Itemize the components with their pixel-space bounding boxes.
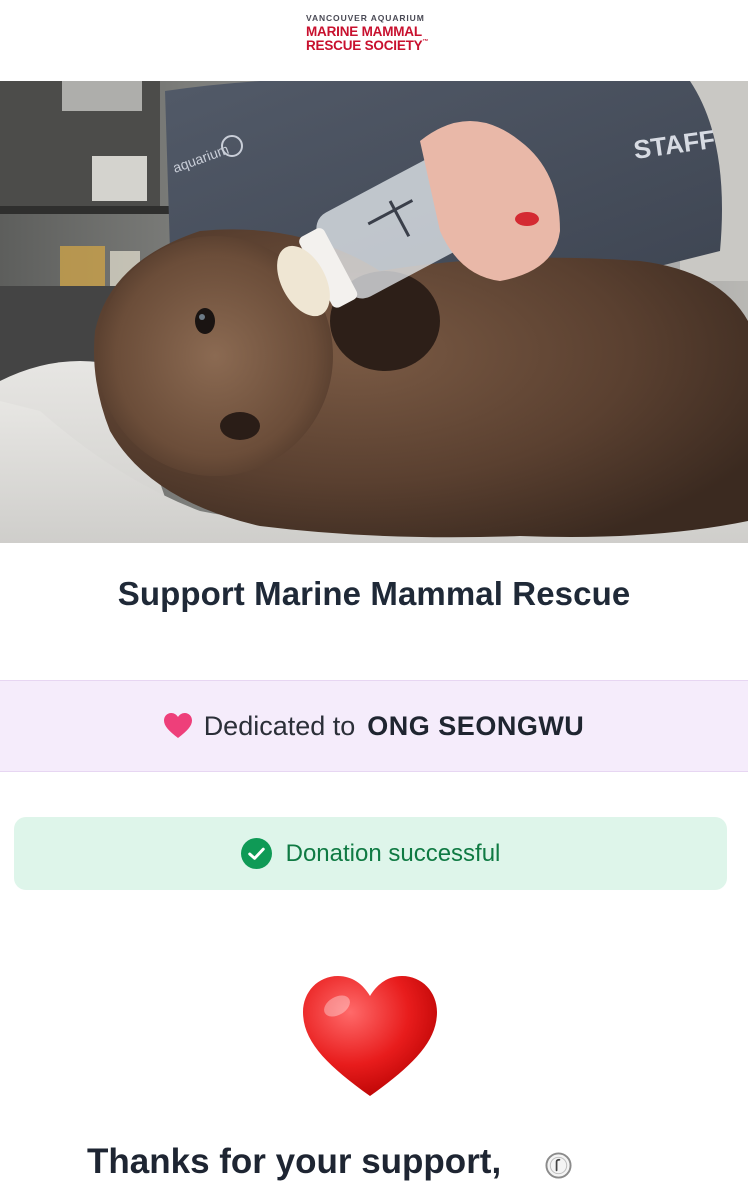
hero-photo: aquarium STAFF [0, 81, 748, 543]
logo-line-1: VANCOUVER AQUARIUM [306, 13, 425, 23]
dedication-name: ONG SEONGWU [367, 710, 585, 741]
logo-line-2: MARINE MAMMAL [306, 23, 422, 39]
check-circle-icon [240, 838, 272, 869]
logo-line-3-text: RESCUE SOCIETY [306, 38, 423, 53]
sea-otter-photo: aquarium STAFF [0, 81, 748, 543]
logo[interactable]: VANCOUVER AQUARIUM MARINE MAMMAL RESCUE … [306, 14, 441, 53]
trademark-mark: ™ [422, 39, 429, 45]
dedication-banner: Dedicated to ONG SEONGWU [0, 680, 748, 772]
status-message: Donation successful [285, 839, 501, 867]
heart-icon [163, 713, 192, 738]
heart-emoji-icon [303, 976, 437, 1096]
thanks-heading: Thanks for your support, [87, 1142, 502, 1181]
logo-line-3: RESCUE SOCIETY™ [306, 39, 441, 53]
page-title: Support Marine Mammal Rescue [117, 575, 631, 612]
header: VANCOUVER AQUARIUM MARINE MAMMAL RESCUE … [0, 0, 748, 81]
status-banner: Donation successful [14, 817, 727, 890]
title-section: Support Marine Mammal Rescue [0, 575, 748, 613]
refresh-indicator-icon[interactable] [545, 1152, 572, 1179]
dedication-prefix: Dedicated to [203, 710, 356, 741]
